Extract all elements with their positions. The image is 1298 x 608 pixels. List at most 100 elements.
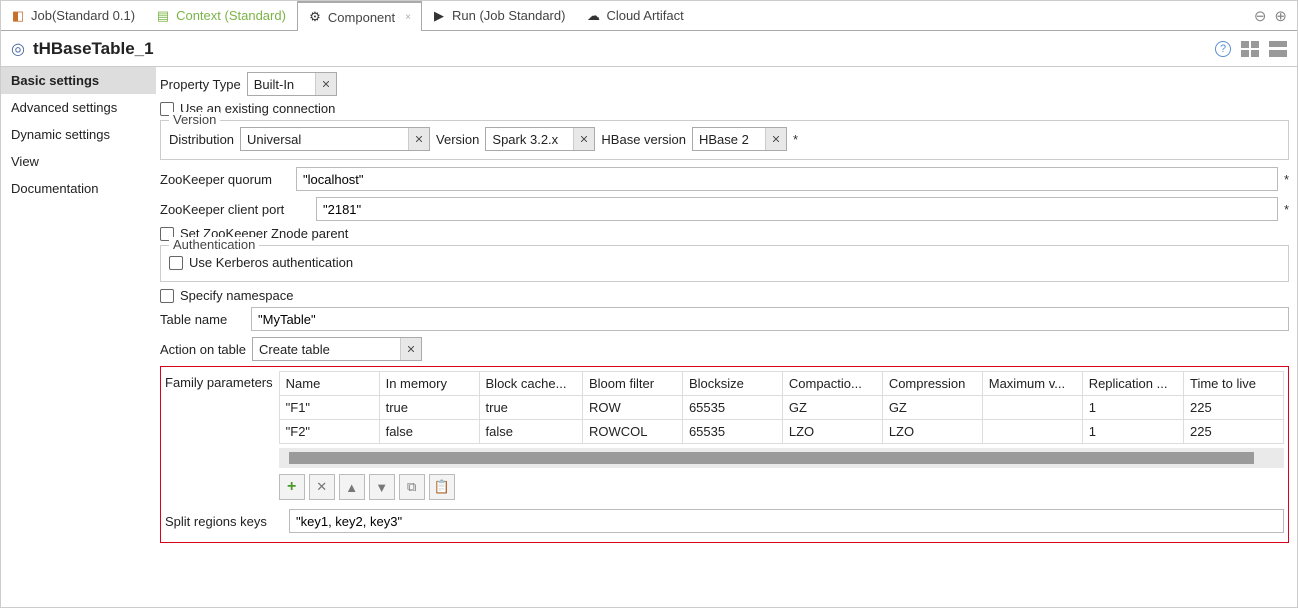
move-up-button[interactable]: ▲ [339,474,365,500]
tab-label: Cloud Artifact [606,8,683,23]
cell-maxv[interactable] [982,420,1082,444]
cell-replication[interactable]: 1 [1082,396,1183,420]
cell-replication[interactable]: 1 [1082,420,1183,444]
sidebar-item-basic[interactable]: Basic settings [1,67,156,94]
delete-row-button[interactable]: ✕ [309,474,335,500]
distribution-combo[interactable]: Universal [240,127,430,151]
cell-compaction[interactable]: GZ [782,396,882,420]
title-toolbar: ? [1215,41,1287,57]
sidebar-label: Basic settings [11,73,99,88]
family-table[interactable]: Name In memory Block cache... Bloom filt… [279,371,1284,444]
cell-blocksize[interactable]: 65535 [682,396,782,420]
version-fieldset: Version Distribution Universal Version S… [160,120,1289,160]
cell-bloom[interactable]: ROW [583,396,683,420]
sidebar-label: Documentation [11,181,98,196]
property-type-label: Property Type [160,77,241,92]
sidebar-item-dynamic[interactable]: Dynamic settings [1,121,156,148]
paste-button[interactable]: 📋 [429,474,455,500]
window-controls: ⊖ ⊕ [1254,1,1297,30]
sidebar-label: View [11,154,39,169]
tab-label: Run (Job Standard) [452,8,565,23]
split-input[interactable] [289,509,1284,533]
tab-context[interactable]: ▤ Context (Standard) [146,1,297,30]
grid-view-button[interactable] [1241,41,1259,57]
copy-button[interactable]: ⧉ [399,474,425,500]
body: Basic settings Advanced settings Dynamic… [1,67,1297,607]
scroll-thumb[interactable] [289,452,1254,464]
cell-compression[interactable]: LZO [882,420,982,444]
table-hscrollbar[interactable] [279,448,1284,468]
sidebar-label: Advanced settings [11,100,117,115]
cell-blocksize[interactable]: 65535 [682,420,782,444]
main-form: Property Type Built-In Use an existing c… [156,67,1297,607]
required-asterisk: * [793,132,798,147]
cell-compaction[interactable]: LZO [782,420,882,444]
sidebar-item-documentation[interactable]: Documentation [1,175,156,202]
table-row[interactable]: "F2" false false ROWCOL 65535 LZO LZO 1 … [279,420,1283,444]
table-name-input[interactable] [251,307,1289,331]
cell-blockcache[interactable]: true [479,396,582,420]
cell-blockcache[interactable]: false [479,420,582,444]
property-type-combo[interactable]: Built-In [247,72,337,96]
required-asterisk: * [1284,172,1289,187]
zk-port-label: ZooKeeper client port [160,202,310,217]
zk-quorum-input[interactable] [296,167,1278,191]
sidebar-item-view[interactable]: View [1,148,156,175]
col-maxv[interactable]: Maximum v... [982,372,1082,396]
table-toolbar: + ✕ ▲ ▼ ⧉ 📋 [279,474,1284,500]
cell-ttl[interactable]: 225 [1184,420,1284,444]
cell-ttl[interactable]: 225 [1184,396,1284,420]
cell-compression[interactable]: GZ [882,396,982,420]
close-icon[interactable]: × [405,12,411,23]
col-compression[interactable]: Compression [882,372,982,396]
tab-run[interactable]: ▶ Run (Job Standard) [422,1,576,30]
sidebar: Basic settings Advanced settings Dynamic… [1,67,156,607]
kerberos-label: Use Kerberos authentication [189,255,353,270]
col-inmemory[interactable]: In memory [379,372,479,396]
cell-bloom[interactable]: ROWCOL [583,420,683,444]
col-compaction[interactable]: Compactio... [782,372,882,396]
auth-fieldset: Authentication Use Kerberos authenticati… [160,245,1289,282]
cell-name[interactable]: "F2" [279,420,379,444]
version-combo[interactable]: Spark 3.2.x [485,127,595,151]
property-type-row: Property Type Built-In [160,71,1289,97]
tab-bar: ◧ Job(Standard 0.1) ▤ Context (Standard)… [1,1,1297,31]
tab-job[interactable]: ◧ Job(Standard 0.1) [1,1,146,30]
help-button[interactable]: ? [1215,41,1231,57]
table-row[interactable]: "F1" true true ROW 65535 GZ GZ 1 225 [279,396,1283,420]
hbase-version-combo[interactable]: HBase 2 [692,127,787,151]
combo-value: Universal [247,132,301,147]
action-combo[interactable]: Create table [252,337,422,361]
rows-view-button[interactable] [1269,41,1287,57]
tab-cloud[interactable]: ☁ Cloud Artifact [576,1,694,30]
zk-port-input[interactable] [316,197,1278,221]
kerberos-checkbox[interactable] [169,256,183,270]
tab-component[interactable]: ⚙ Component × [297,1,422,31]
cell-inmemory[interactable]: true [379,396,479,420]
col-blocksize[interactable]: Blocksize [682,372,782,396]
namespace-checkbox[interactable] [160,289,174,303]
combo-value: HBase 2 [699,132,749,147]
col-replication[interactable]: Replication ... [1082,372,1183,396]
col-ttl[interactable]: Time to live [1184,372,1284,396]
distribution-label: Distribution [169,132,234,147]
col-blockcache[interactable]: Block cache... [479,372,582,396]
cell-inmemory[interactable]: false [379,420,479,444]
cell-name[interactable]: "F1" [279,396,379,420]
zk-port-row: ZooKeeper client port * [160,196,1289,222]
combo-value: Built-In [254,77,294,92]
cloud-icon: ☁ [586,9,600,23]
col-bloom[interactable]: Bloom filter [583,372,683,396]
move-down-button[interactable]: ▼ [369,474,395,500]
col-name[interactable]: Name [279,372,379,396]
component-icon: ⚙ [308,10,322,24]
context-icon: ▤ [156,9,170,23]
sidebar-item-advanced[interactable]: Advanced settings [1,94,156,121]
add-row-button[interactable]: + [279,474,305,500]
combo-value: Spark 3.2.x [492,132,558,147]
cell-maxv[interactable] [982,396,1082,420]
split-row: Split regions keys [165,508,1284,534]
minimize-button[interactable]: ⊖ [1254,7,1267,25]
version-legend: Version [169,112,220,127]
maximize-button[interactable]: ⊕ [1274,7,1287,25]
